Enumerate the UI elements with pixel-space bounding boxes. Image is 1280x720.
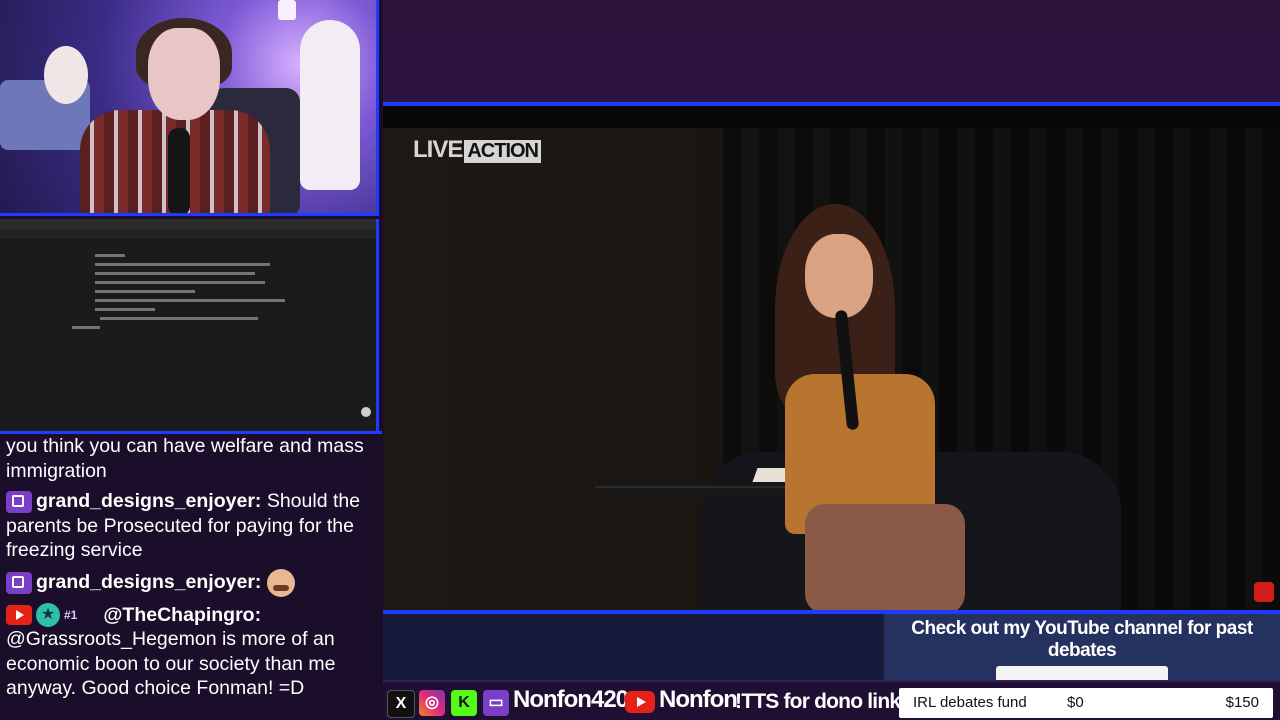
face-mask-decoration [44,46,88,104]
chat-text: you think you can have welfare and mass … [6,435,364,482]
browser-capture [0,219,379,431]
table-leg [635,496,641,610]
twitch-icon [6,571,32,594]
chat-username[interactable]: grand_designs_enjoyer: [36,571,261,593]
promo-title: Check out my YouTube channel for past de… [911,618,1253,661]
microphone [168,128,190,213]
browser-toolbar [0,229,376,239]
cursor-icon [361,407,371,417]
youtube-handle: Nonfon [659,686,738,713]
costume-figure [300,20,360,190]
bottom-left-panel [383,614,884,680]
chat-panel: you think you can have welfare and mass … [0,431,382,720]
chat-message: you think you can have welfare and mass … [6,434,376,483]
fund-current: $0 [1067,694,1084,711]
video-player[interactable]: LIVE ACTION [383,102,1280,614]
logo-live-text: LIVE [413,136,463,163]
chat-username[interactable]: @TheChapingro: [103,604,261,626]
bottom-bar: X ◎ K ▭ Nonfon420 Nonfon !TTS for dono l… [383,680,1280,720]
lamp [278,0,296,20]
logo-action-text: ACTION [464,140,542,163]
crown-badge-icon: #1 [64,608,78,623]
chat-message: grand_designs_enjoyer: Should the parent… [6,489,376,563]
fund-goal: $150 [1225,694,1259,711]
twitch-icon [6,490,32,513]
chat-message: grand_designs_enjoyer: [6,568,376,597]
x-icon: X [387,690,415,718]
fund-bar: IRL debates fund $0 $150 [899,688,1273,718]
speaker [775,204,965,610]
subscribe-icon[interactable] [1254,582,1274,602]
youtube-promo: Check out my YouTube channel for past de… [884,614,1280,680]
star-badge-icon: ★ [36,603,60,628]
chat-message: ★ #1 @TheChapingro: @Grassroots_Hegemon i… [6,603,376,701]
instagram-icon: ◎ [419,690,445,716]
twitch-icon: ▭ [483,690,509,716]
promo-thumbnail [996,666,1168,680]
tts-info: !TTS for dono link [735,690,901,713]
kick-icon: K [451,690,477,716]
face-emote-icon [266,568,295,597]
chat-username[interactable]: grand_designs_enjoyer: [36,490,261,512]
youtube-icon [625,691,655,713]
browser-tabs [0,219,376,229]
live-action-logo: LIVE ACTION [413,136,542,164]
fund-label: IRL debates fund [913,694,1027,711]
youtube-icon [6,605,32,626]
streamer-face [148,28,220,120]
chat-text: @Grassroots_Hegemon is more of an econom… [6,628,336,700]
top-banner [383,0,1280,102]
twitch-handle: Nonfon420 [513,686,629,713]
webcam-feed [0,0,379,216]
